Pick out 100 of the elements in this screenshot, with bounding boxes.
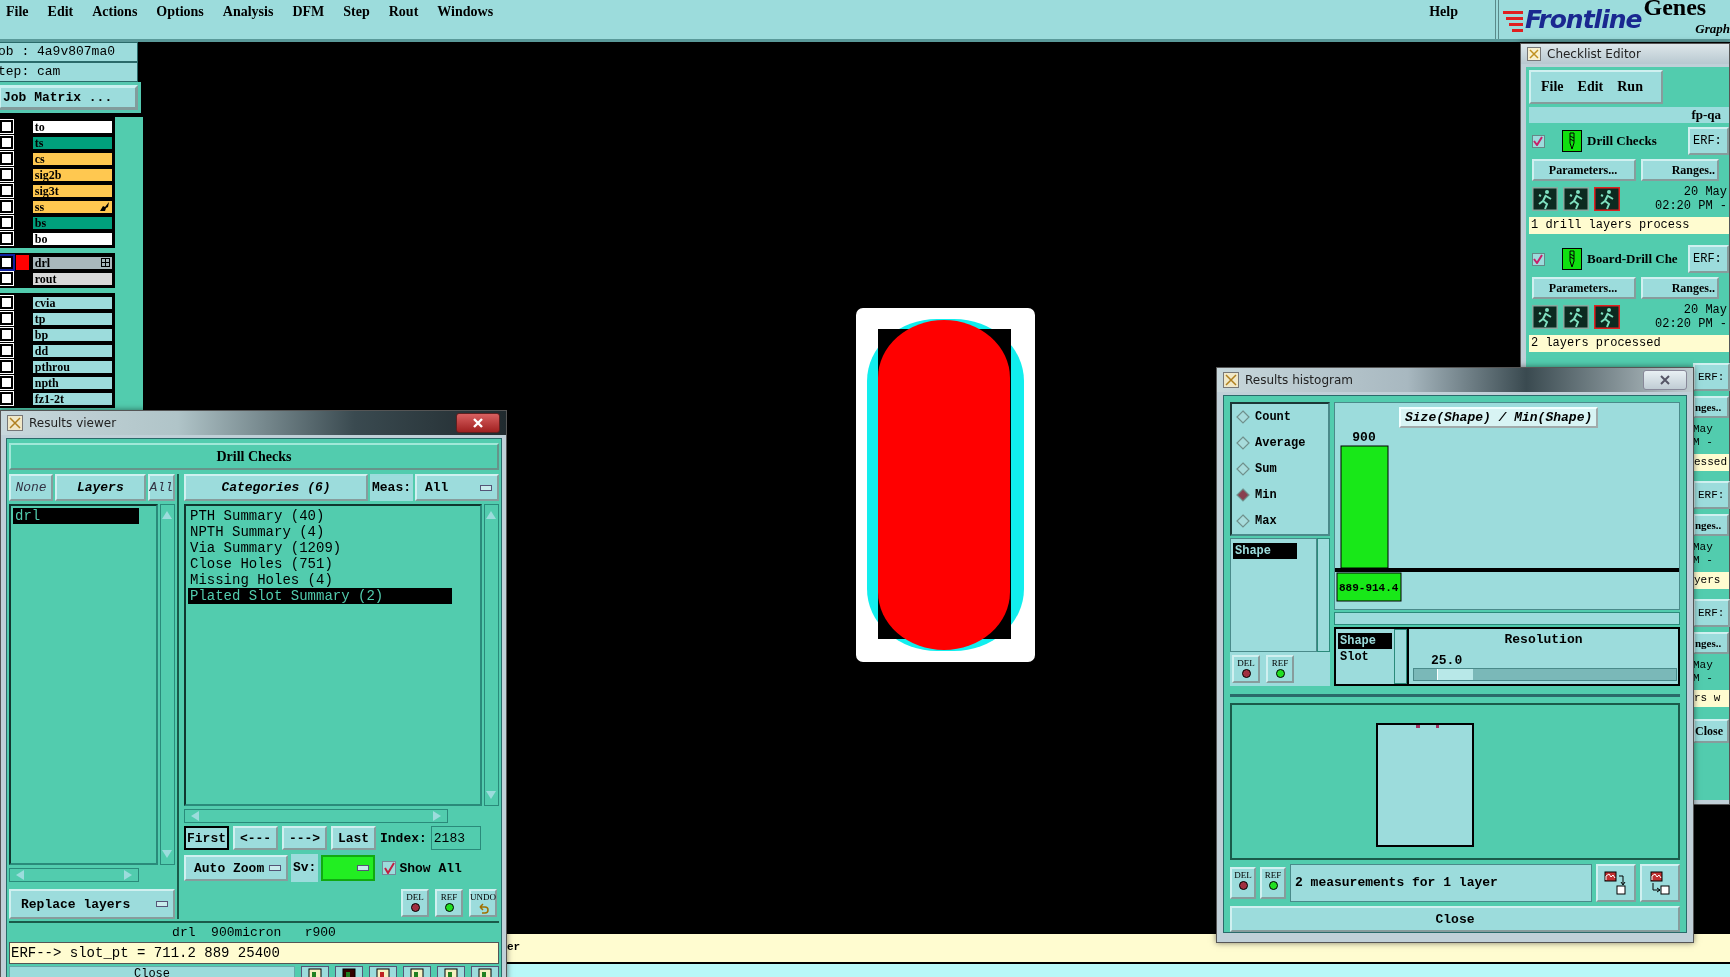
layer-checkbox[interactable] <box>0 296 13 309</box>
menu-item[interactable]: Options <box>156 3 204 20</box>
layer-item[interactable]: bp <box>31 327 113 342</box>
layer-list-item[interactable]: drl <box>13 507 139 524</box>
nav-button[interactable]: Last <box>331 826 376 850</box>
toolbar-icon[interactable] <box>335 966 363 977</box>
erf-field[interactable]: ERF: <box>1688 127 1729 155</box>
layer-checkbox[interactable] <box>0 256 13 269</box>
layer-filter-button[interactable]: Layers <box>55 474 146 501</box>
menu-item[interactable]: Edit <box>1577 79 1604 95</box>
layer-item[interactable]: to <box>31 119 113 134</box>
del-button[interactable]: DEL <box>401 889 429 917</box>
radio-button[interactable] <box>1236 436 1250 450</box>
layer-item[interactable]: cs <box>31 151 113 166</box>
chart-import-icon[interactable] <box>1640 863 1680 902</box>
layer-checkbox[interactable] <box>0 376 13 389</box>
histogram-bar[interactable] <box>1340 445 1389 569</box>
check-checkbox[interactable] <box>1532 134 1545 148</box>
menu-item[interactable]: Edit <box>47 3 74 20</box>
subfield-item[interactable]: Slot <box>1338 648 1392 665</box>
category-item[interactable]: Close Holes (751) <box>188 556 452 572</box>
layer-item[interactable]: ts <box>31 135 113 150</box>
menu-item[interactable]: Step <box>343 3 370 20</box>
layer-item[interactable]: sig3t <box>31 183 113 198</box>
menu-item[interactable]: Analysis <box>222 3 274 20</box>
del-button[interactable]: DEL <box>1232 655 1260 683</box>
meas-dropdown[interactable]: All <box>415 474 499 501</box>
ranges-button[interactable]: nges.. <box>1693 632 1729 654</box>
subfield-item[interactable]: Shape <box>1338 632 1392 649</box>
nav-button[interactable]: First <box>184 826 229 850</box>
scrollbar[interactable] <box>484 504 499 806</box>
runner-icon[interactable] <box>1532 305 1558 329</box>
toolbar-icon[interactable] <box>437 966 465 977</box>
menu-item[interactable]: Windows <box>437 3 494 20</box>
erf-field[interactable]: ERF: <box>1688 245 1729 273</box>
category-item[interactable]: PTH Summary (40) <box>188 508 452 524</box>
radio-button[interactable] <box>1236 462 1250 476</box>
menu-item[interactable]: File <box>1541 79 1564 95</box>
ranges-button[interactable]: nges.. <box>1693 396 1729 418</box>
check-checkbox[interactable] <box>1532 252 1545 266</box>
layer-checkbox[interactable] <box>0 200 13 213</box>
layer-item[interactable]: npth <box>31 375 113 390</box>
ref-button[interactable]: REF <box>1266 655 1294 683</box>
layer-checkbox[interactable] <box>0 392 13 405</box>
layer-item[interactable]: ss <box>31 199 113 214</box>
layer-checkbox[interactable] <box>0 184 13 197</box>
close-button[interactable]: Close <box>1230 906 1680 932</box>
menu-item[interactable]: Rout <box>388 3 419 20</box>
menu-item[interactable]: Actions <box>92 3 138 20</box>
erf-field[interactable]: ERF: <box>1693 481 1730 509</box>
ref-button[interactable]: REF <box>435 889 463 917</box>
del-button[interactable]: DEL <box>1230 866 1256 899</box>
layer-checkbox[interactable] <box>0 232 13 245</box>
layer-checkbox[interactable] <box>0 312 13 325</box>
menu-item[interactable]: File <box>6 3 29 20</box>
slider-thumb[interactable] <box>1436 669 1473 680</box>
radio-button[interactable] <box>1236 488 1250 502</box>
layer-checkbox[interactable] <box>0 344 13 357</box>
toolbar-icon[interactable] <box>471 966 499 977</box>
scrollbar[interactable] <box>160 503 175 866</box>
close-button[interactable]: Close <box>9 966 295 977</box>
layer-checkbox[interactable] <box>0 272 13 285</box>
menu-item[interactable]: Run <box>1617 79 1643 95</box>
runner-icon[interactable] <box>1563 187 1589 211</box>
runner-icon[interactable] <box>1594 305 1620 329</box>
runner-icon[interactable] <box>1532 187 1558 211</box>
toolbar-icon[interactable] <box>301 966 329 977</box>
layer-checkbox[interactable] <box>0 152 13 165</box>
ranges-button[interactable]: Ranges.. <box>1641 159 1719 181</box>
scrollbar[interactable] <box>9 868 139 883</box>
parameters-button[interactable]: Parameters... <box>1532 277 1636 299</box>
category-item[interactable]: Missing Holes (4) <box>188 572 452 588</box>
scrollbar[interactable] <box>1317 538 1330 652</box>
layer-checkbox[interactable] <box>0 136 13 149</box>
layer-item[interactable]: bo <box>31 231 113 246</box>
layer-item[interactable]: pthrou <box>31 359 113 374</box>
chart-export-icon[interactable] <box>1596 863 1636 902</box>
erf-field[interactable]: ERF: <box>1693 363 1730 391</box>
job-matrix-button[interactable]: Job Matrix ... <box>0 85 138 110</box>
ranges-button[interactable]: Ranges.. <box>1641 277 1719 299</box>
layer-item[interactable]: dd <box>31 343 113 358</box>
runner-icon[interactable] <box>1563 305 1589 329</box>
layer-item[interactable]: fz1-2t <box>31 391 113 406</box>
ranges-button[interactable]: nges.. <box>1693 514 1729 536</box>
menu-item[interactable]: DFM <box>292 3 325 20</box>
scrollbar[interactable] <box>184 809 448 823</box>
runner-icon[interactable] <box>1594 187 1620 211</box>
field-item[interactable]: Shape <box>1233 543 1297 559</box>
layer-checkbox[interactable] <box>0 328 13 341</box>
color-dropdown[interactable] <box>321 855 376 881</box>
nav-button[interactable]: <--- <box>233 826 278 850</box>
scrollbar[interactable] <box>1394 628 1407 684</box>
category-item[interactable]: Plated Slot Summary (2) <box>188 588 452 604</box>
undo-button[interactable]: UNDO <box>469 889 497 917</box>
category-item[interactable]: NPTH Summary (4) <box>188 524 452 540</box>
show-all-checkbox[interactable] <box>382 861 397 875</box>
toolbar-icon[interactable] <box>369 966 397 977</box>
scrollbar[interactable] <box>1334 612 1680 625</box>
layer-item[interactable]: rout <box>31 271 113 286</box>
index-field[interactable]: 2183 <box>430 826 481 850</box>
